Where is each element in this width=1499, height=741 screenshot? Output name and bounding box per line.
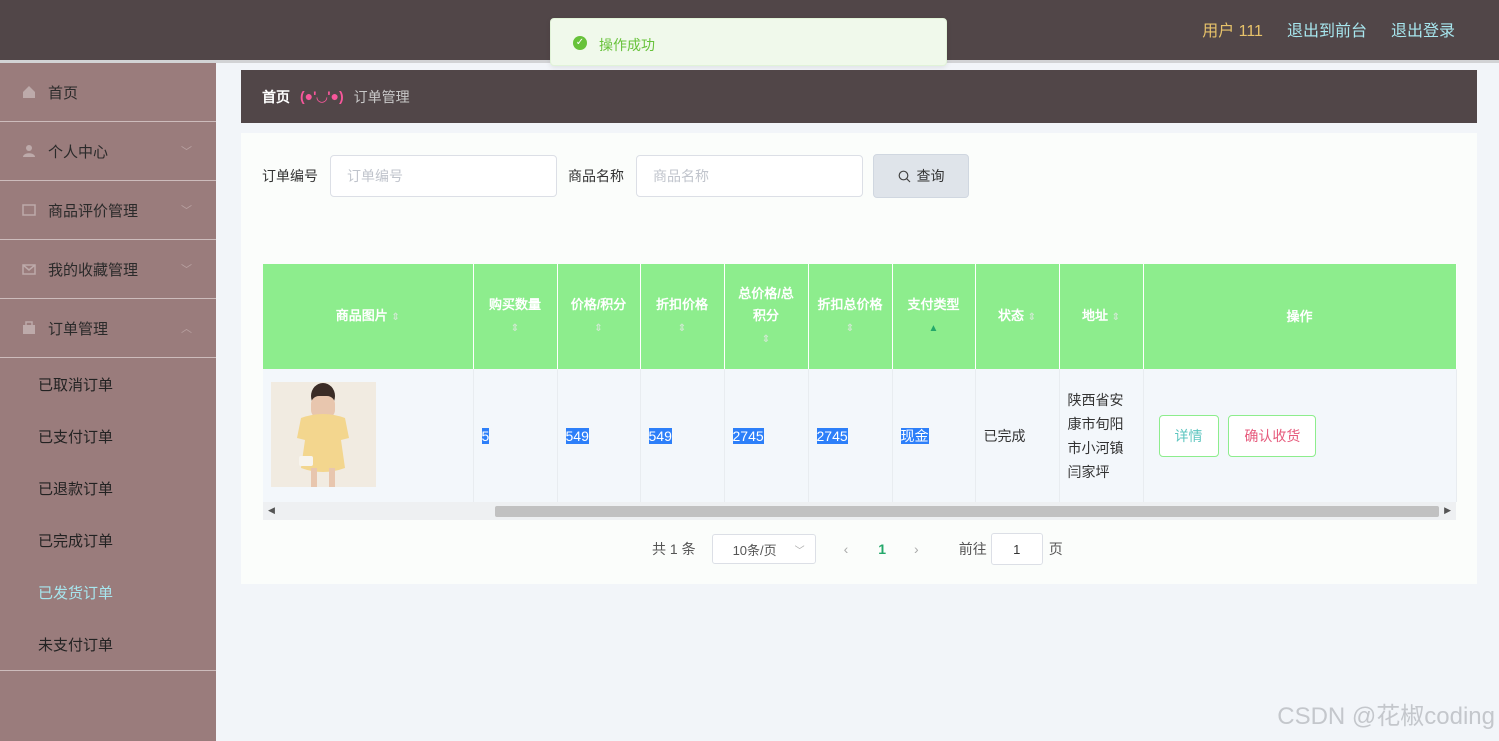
cell-discount-price: 549	[640, 369, 725, 502]
goto-page-input[interactable]	[990, 533, 1043, 565]
cell-pay-type: 现金	[892, 369, 976, 502]
sidebar-sub-completed-orders[interactable]: 已完成订单	[0, 514, 216, 566]
next-page-icon[interactable]: ›	[914, 541, 919, 557]
total-count: 共 1 条	[652, 541, 696, 557]
col-header-price[interactable]: 价格/积分 ⇕	[557, 264, 641, 369]
col-header-status[interactable]: 状态 ⇕	[975, 264, 1060, 369]
horizontal-scrollbar[interactable]: ◀ ▶	[263, 502, 1456, 520]
user-name: 用户 111	[1202, 23, 1263, 40]
goto-label: 前往	[958, 541, 987, 557]
col-header-actions: 操作	[1143, 264, 1457, 369]
review-icon	[22, 204, 36, 216]
user-icon	[23, 145, 35, 157]
cell-status: 已完成	[975, 369, 1060, 502]
order-icon	[23, 321, 35, 334]
chevron-up-icon: ︿	[181, 323, 192, 335]
order-no-input[interactable]	[330, 155, 557, 197]
table-row: 5 549 549 2745 2745 现金 已完成 陕西省安康市旬阳市小河镇闫…	[263, 369, 1457, 502]
query-button[interactable]: 查询	[873, 154, 969, 198]
sidebar: 首页 个人中心 ﹀ 商品评价管理 ﹀ 我的收藏管理 ﹀ 订单管理 ︿ 已取消订单…	[0, 63, 216, 741]
order-no-label: 订单编号	[262, 168, 318, 184]
sidebar-item-home[interactable]: 首页	[0, 63, 216, 122]
sort-icon: ⇕	[391, 311, 400, 323]
success-toast: ✓ 操作成功	[550, 18, 947, 66]
cell-total: 2745	[724, 369, 809, 502]
check-circle-icon: ✓	[573, 36, 587, 50]
table-header-row: 商品图片 ⇕ 购买数量 ⇕ 价格/积分 ⇕ 折扣价格 ⇕ 总价格/总积分 ⇕ 折扣总价…	[263, 264, 1457, 369]
col-header-quantity[interactable]: 购买数量 ⇕	[473, 264, 558, 369]
favorite-icon	[22, 264, 36, 275]
breadcrumb: 首页 (●'◡'●) 订单管理	[241, 70, 1477, 123]
chevron-down-icon: ﹀	[181, 146, 192, 158]
sort-icon: ⇕	[594, 322, 603, 334]
cell-address: 陕西省安康市旬阳市小河镇闫家坪	[1059, 369, 1144, 502]
sidebar-sub-unpaid-orders[interactable]: 未支付订单	[0, 618, 216, 670]
sidebar-sub-refunded-orders[interactable]: 已退款订单	[0, 462, 216, 514]
col-header-total[interactable]: 总价格/总积分 ⇕	[724, 264, 809, 369]
chevron-down-icon: ﹀	[181, 264, 192, 276]
sidebar-item-label: 商品评价管理	[48, 202, 139, 220]
sort-icon: ⇕	[510, 322, 520, 334]
cell-discount-total: 2745	[808, 369, 893, 502]
product-name-label: 商品名称	[568, 168, 624, 184]
top-links: 用户 111 退出到前台 退出登录	[1202, 17, 1455, 41]
breadcrumb-home[interactable]: 首页	[262, 87, 290, 107]
product-name-input[interactable]	[636, 155, 863, 197]
detail-button[interactable]: 详情	[1158, 414, 1219, 457]
toast-message: 操作成功	[599, 37, 655, 53]
exit-to-frontend-link[interactable]: 退出到前台	[1287, 17, 1367, 41]
sort-icon: ⇕	[845, 322, 855, 334]
search-form: 订单编号 商品名称 查询	[262, 154, 969, 198]
page-number-current[interactable]: 1	[878, 541, 886, 557]
cell-quantity: 5	[473, 369, 558, 502]
scrollbar-thumb[interactable]	[495, 506, 1439, 517]
prev-page-icon[interactable]: ‹	[844, 541, 849, 557]
confirm-receipt-button[interactable]: 确认收货	[1228, 414, 1317, 457]
sidebar-item-order-management[interactable]: 订单管理 ︿	[0, 299, 216, 358]
search-icon	[898, 170, 910, 182]
col-header-address[interactable]: 地址 ⇕	[1059, 264, 1144, 369]
cell-price: 549	[557, 369, 641, 502]
query-button-label: 查询	[916, 168, 945, 184]
sidebar-item-personal-center[interactable]: 个人中心 ﹀	[0, 122, 216, 181]
sidebar-item-label: 我的收藏管理	[48, 261, 139, 279]
scroll-left-arrow-icon[interactable]: ◀	[268, 505, 275, 516]
breadcrumb-current: 订单管理	[353, 88, 410, 105]
orders-table: 商品图片 ⇕ 购买数量 ⇕ 价格/积分 ⇕ 折扣价格 ⇕ 总价格/总积分 ⇕ 折扣总价…	[263, 264, 1457, 502]
chevron-down-icon: ﹀	[794, 545, 805, 557]
sidebar-item-review-management[interactable]: 商品评价管理 ﹀	[0, 181, 216, 240]
col-header-discount-price[interactable]: 折扣价格 ⇕	[640, 264, 725, 369]
main-panel: 订单编号 商品名称 查询 商品图片 ⇕ 购买数量⇕ 价格/积分 ⇕ 折扣价格⇕ …	[241, 133, 1477, 584]
sort-ascending-icon: ▲	[928, 322, 939, 334]
col-header-discount-total[interactable]: 折扣总价格 ⇕	[808, 264, 893, 369]
sidebar-sub-paid-orders[interactable]: 已支付订单	[0, 410, 216, 462]
col-header-image[interactable]: 商品图片 ⇕	[263, 264, 474, 369]
order-submenu: 已取消订单 已支付订单 已退款订单 已完成订单 已发货订单 未支付订单	[0, 358, 216, 671]
sort-icon: ⇕	[677, 322, 687, 334]
pagination: 共 1 条 10条/页 ﹀ ‹ 1 › 前往 页	[652, 533, 1063, 565]
col-header-pay-type[interactable]: 支付类型 ▲	[892, 264, 976, 369]
sidebar-sub-cancelled-orders[interactable]: 已取消订单	[0, 358, 216, 410]
sort-icon: ⇕	[1111, 311, 1121, 323]
sort-icon: ⇕	[1027, 311, 1037, 323]
sidebar-item-favorites-management[interactable]: 我的收藏管理 ﹀	[0, 240, 216, 299]
home-icon	[23, 86, 35, 98]
sidebar-item-label: 首页	[48, 84, 79, 102]
sidebar-item-label: 订单管理	[48, 320, 109, 338]
logout-link[interactable]: 退出登录	[1391, 17, 1455, 41]
page-size-select[interactable]: 10条/页 ﹀	[711, 534, 816, 564]
product-image	[271, 381, 376, 487]
sidebar-item-label: 个人中心	[48, 143, 109, 161]
breadcrumb-separator: (●'◡'●)	[300, 88, 344, 104]
sidebar-sub-shipped-orders[interactable]: 已发货订单	[0, 566, 216, 618]
watermark: CSDN @花椒coding	[1277, 703, 1495, 730]
sort-icon: ⇕	[761, 333, 771, 345]
cell-image	[263, 369, 474, 502]
page-unit-label: 页	[1048, 541, 1063, 557]
scroll-right-arrow-icon[interactable]: ▶	[1444, 505, 1451, 516]
chevron-down-icon: ﹀	[181, 205, 192, 217]
cell-actions: 详情 确认收货	[1143, 369, 1457, 502]
page-size-value: 10条/页	[732, 542, 777, 558]
